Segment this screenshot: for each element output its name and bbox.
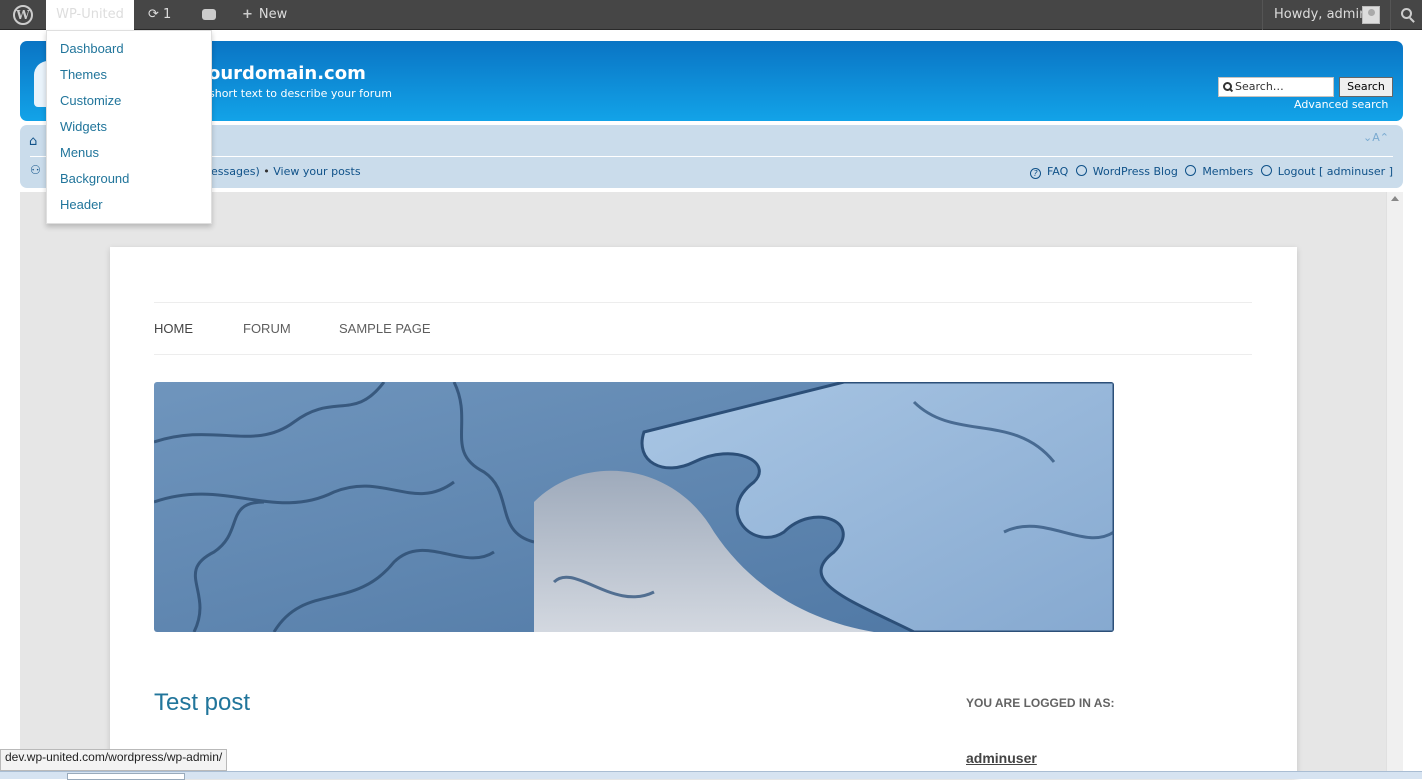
wordpress-blog-link[interactable]: WordPress Blog (1075, 165, 1178, 178)
comments-button[interactable] (192, 0, 226, 30)
menu-item-header[interactable]: Header (47, 192, 211, 218)
sidebar-heading: YOU ARE LOGGED IN AS: (966, 696, 1115, 710)
faq-label: FAQ (1046, 165, 1069, 178)
frame-scrollbar[interactable] (1386, 192, 1403, 779)
forum-nav-links: ? FAQ WordPress Blog Members Logout [ adm… (1026, 165, 1393, 179)
separator: • (263, 165, 274, 178)
question-icon: ? (1029, 168, 1041, 179)
forum-search-input[interactable]: Search… (1218, 77, 1334, 97)
nav-home[interactable]: HOME (154, 321, 193, 336)
forum-search-button[interactable]: Search (1339, 77, 1393, 97)
scroll-up-arrow-icon[interactable] (1391, 196, 1399, 201)
logout-label: Logout [ adminuser ] (1277, 165, 1393, 178)
logout-link[interactable]: Logout [ adminuser ] (1260, 165, 1393, 178)
menu-item-themes[interactable]: Themes (47, 62, 211, 88)
updates-button[interactable]: ⟳ 1 (140, 0, 190, 30)
home-icon[interactable]: ⌂ (29, 134, 37, 149)
comment-bubble-icon (202, 9, 216, 20)
user-links: essages) • View your posts (211, 165, 361, 178)
forum-site-title[interactable]: ourdomain.com (208, 63, 366, 84)
admin-search-button[interactable] (1390, 0, 1422, 30)
updates-count: 1 (163, 7, 172, 22)
view-posts-link[interactable]: View your posts (273, 165, 360, 178)
private-messages-link[interactable]: essages) (211, 165, 260, 178)
wordpress-logo-icon[interactable]: W (0, 0, 46, 30)
forum-navbar: ⌂ ⌄A⌃ ⚇ essages) • View your posts ? FAQ … (20, 125, 1403, 188)
account-menu[interactable]: Howdy, admin (1262, 0, 1386, 30)
sidebar-username-link[interactable]: adminuser (966, 750, 1037, 766)
menu-item-customize[interactable]: Customize (47, 88, 211, 114)
howdy-text: Howdy, admin (1274, 7, 1368, 22)
nav-sample-page[interactable]: SAMPLE PAGE (339, 321, 431, 336)
blog-icon (1075, 165, 1087, 176)
navbar-divider (30, 156, 1393, 157)
avatar (1362, 6, 1380, 24)
faq-link[interactable]: ? FAQ (1029, 165, 1069, 179)
search-icon (1401, 8, 1412, 19)
blog-label: WordPress Blog (1092, 165, 1178, 178)
wp-main-nav: HOME FORUM SAMPLE PAGE (154, 302, 1252, 355)
post-title[interactable]: Test post (154, 689, 250, 717)
forum-site-description: short text to describe your forum (209, 87, 392, 100)
members-icon (1185, 165, 1197, 176)
header-image (154, 382, 1114, 632)
new-content-button[interactable]: + New (232, 0, 302, 30)
taskbar-strip (0, 771, 1422, 780)
admin-bar: W WP-United ⟳ 1 + New Howdy, admin (0, 0, 1422, 30)
power-icon (1260, 165, 1272, 176)
members-link[interactable]: Members (1185, 165, 1253, 178)
menu-item-menus[interactable]: Menus (47, 140, 211, 166)
new-label: New (258, 7, 288, 22)
search-icon (1223, 82, 1232, 91)
menu-item-dashboard[interactable]: Dashboard (47, 36, 211, 62)
user-icon: ⚇ (30, 163, 41, 177)
members-label: Members (1202, 165, 1254, 178)
menu-item-widgets[interactable]: Widgets (47, 114, 211, 140)
search-placeholder: Search… (1235, 80, 1284, 93)
wordpress-page: HOME FORUM SAMPLE PAGE Test post YOU ARE… (110, 247, 1297, 779)
plus-icon: + (242, 7, 253, 22)
nav-forum[interactable]: FORUM (243, 321, 291, 336)
forum-header: ourdomain.com short text to describe you… (20, 41, 1403, 121)
site-dropdown-menu: Dashboard Themes Customize Widgets Menus… (46, 30, 212, 224)
refresh-icon: ⟳ (148, 7, 159, 22)
menu-item-background[interactable]: Background (47, 166, 211, 192)
status-bar-url: dev.wp-united.com/wordpress/wp-admin/ (0, 749, 228, 771)
site-name-menu[interactable]: WP-United (46, 0, 134, 30)
font-size-control[interactable]: ⌄A⌃ (1363, 131, 1389, 144)
advanced-search-link[interactable]: Advanced search (1294, 98, 1388, 111)
